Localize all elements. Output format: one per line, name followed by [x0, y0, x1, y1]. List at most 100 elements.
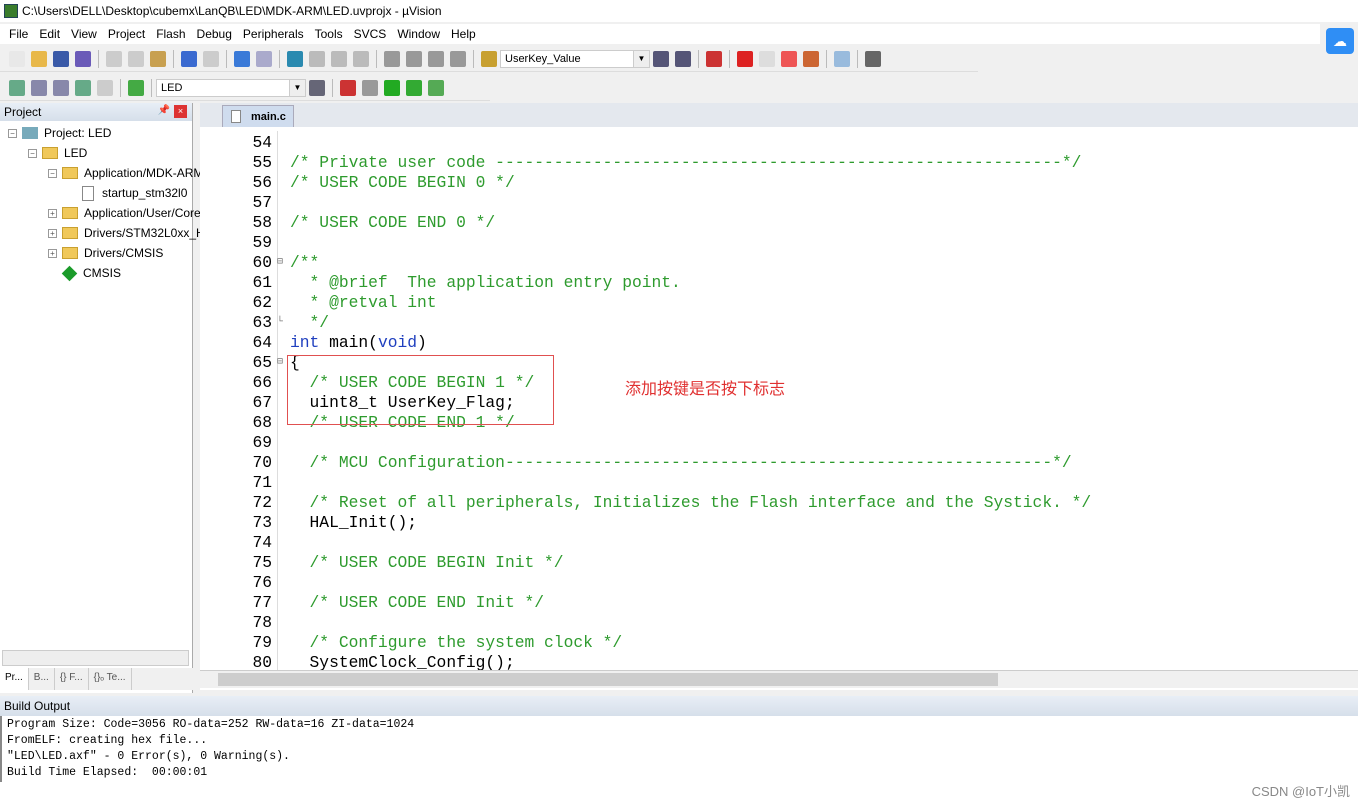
fold-icon[interactable]: ⊟	[277, 253, 287, 273]
menu-view[interactable]: View	[71, 27, 97, 41]
bookmark-icon[interactable]	[287, 50, 303, 67]
build-icon[interactable]	[31, 79, 47, 96]
panel-scrollbar[interactable]	[2, 650, 189, 666]
unindent-icon[interactable]	[406, 50, 422, 67]
separator	[173, 49, 174, 68]
expand-icon[interactable]: +	[48, 208, 57, 218]
tree-node[interactable]: + Application/User/Core	[48, 203, 201, 223]
expand-icon[interactable]: +	[48, 228, 57, 238]
indent-icon[interactable]	[384, 50, 400, 67]
breakpoint-icon[interactable]	[737, 50, 753, 67]
collapse-icon[interactable]: −	[48, 168, 57, 178]
uncomment-icon[interactable]	[450, 50, 466, 67]
panel-tab[interactable]: Pr...	[0, 668, 29, 690]
debug-icon[interactable]	[706, 50, 722, 67]
target-combo[interactable]: LED ▼	[156, 78, 306, 97]
menu-file[interactable]: File	[9, 27, 28, 41]
collapse-icon[interactable]: −	[8, 128, 17, 138]
nav-forward-icon[interactable]	[256, 50, 272, 67]
cloud-icon[interactable]: ☁	[1326, 28, 1354, 54]
incremental-find-icon[interactable]	[675, 50, 691, 67]
translate-icon[interactable]	[9, 79, 25, 96]
tab-main-c[interactable]: main.c	[222, 105, 294, 127]
rte-icon[interactable]	[406, 79, 422, 96]
find-icon[interactable]	[653, 50, 669, 67]
fold-icon[interactable]: └	[277, 313, 287, 333]
breakpoint-disable-icon[interactable]	[759, 50, 775, 67]
stop-build-icon[interactable]	[97, 79, 113, 96]
tree-node[interactable]: startup_stm32l0	[68, 183, 187, 203]
undo-icon[interactable]	[181, 50, 197, 67]
component-diamond-icon	[61, 265, 78, 281]
menu-debug[interactable]: Debug	[197, 27, 232, 41]
save-icon[interactable]	[53, 50, 69, 67]
menu-flash[interactable]: Flash	[156, 27, 185, 41]
project-panel-title: Project	[4, 105, 42, 119]
collapse-icon[interactable]: −	[28, 148, 37, 158]
tree-node[interactable]: − Application/MDK-ARM	[48, 163, 203, 183]
nav-back-icon[interactable]	[234, 50, 250, 67]
folder-open-icon	[62, 167, 78, 179]
rebuild-icon[interactable]	[53, 79, 69, 96]
bookmark-next-icon[interactable]	[331, 50, 347, 67]
menu-window[interactable]: Window	[397, 27, 440, 41]
tree-node-label: CMSIS	[83, 266, 122, 280]
bookmark-clear-icon[interactable]	[353, 50, 369, 67]
bookmark-prev-icon[interactable]	[309, 50, 325, 67]
comment-icon[interactable]	[428, 50, 444, 67]
menu-svcs[interactable]: SVCS	[354, 27, 387, 41]
target-options-icon[interactable]	[309, 79, 325, 96]
build-line: Program Size: Code=3056 RO-data=252 RW-d…	[7, 718, 415, 731]
tree-node[interactable]: − LED	[28, 143, 87, 163]
breakpoints-window-icon[interactable]	[803, 50, 819, 67]
tree-node-label: Application/User/Core	[84, 206, 201, 220]
close-icon[interactable]: ×	[174, 105, 187, 118]
new-file-icon[interactable]	[9, 50, 25, 67]
menu-edit[interactable]: Edit	[39, 27, 60, 41]
separator	[226, 49, 227, 68]
menu-bar: File Edit View Project Flash Debug Peripherals…	[0, 24, 1320, 44]
editor-hscrollbar[interactable]	[200, 670, 1358, 688]
copy-icon[interactable]	[128, 50, 144, 67]
menu-project[interactable]: Project	[108, 27, 145, 41]
line-number: 68	[252, 413, 272, 432]
tree-node[interactable]: − Project: LED	[8, 123, 111, 143]
save-all-icon[interactable]	[75, 50, 91, 67]
menu-help[interactable]: Help	[451, 27, 476, 41]
menu-peripherals[interactable]: Peripherals	[243, 27, 304, 41]
panel-tab[interactable]: {} F...	[55, 668, 89, 690]
breakpoint-kill-icon[interactable]	[781, 50, 797, 67]
select-packs-icon[interactable]	[362, 79, 378, 96]
find-in-files-icon[interactable]	[481, 50, 497, 67]
pin-icon[interactable]: 📌	[158, 105, 170, 116]
line-number: 63	[252, 313, 272, 332]
cut-icon[interactable]	[106, 50, 122, 67]
pack-installer-icon[interactable]	[384, 79, 400, 96]
redo-icon[interactable]	[203, 50, 219, 67]
configure-icon[interactable]	[865, 50, 881, 67]
manage-components-icon[interactable]	[340, 79, 356, 96]
batch-build-icon[interactable]	[75, 79, 91, 96]
tree-node[interactable]: CMSIS	[48, 263, 121, 283]
code-line: SystemClock_Config();	[290, 653, 515, 671]
menu-tools[interactable]: Tools	[315, 27, 343, 41]
fold-icon[interactable]: ⊟	[277, 353, 287, 373]
separator	[376, 49, 377, 68]
chevron-down-icon[interactable]: ▼	[633, 50, 649, 67]
download-icon[interactable]	[128, 79, 144, 96]
code-line: /* Reset of all peripherals, Initializes…	[290, 493, 1092, 512]
line-number: 57	[252, 193, 272, 212]
open-icon[interactable]	[31, 50, 47, 67]
find-combo[interactable]: UserKey_Value ▼	[500, 49, 650, 68]
panel-tab[interactable]: {}ₒ Te...	[89, 668, 132, 690]
paste-icon[interactable]	[150, 50, 166, 67]
separator	[279, 49, 280, 68]
panel-tab[interactable]: B...	[29, 668, 55, 690]
event-recorder-icon[interactable]	[428, 79, 444, 96]
tree-node[interactable]: + Drivers/STM32L0xx_HAL	[48, 223, 219, 243]
chevron-down-icon[interactable]: ▼	[289, 79, 305, 96]
window-layout-icon[interactable]	[834, 50, 850, 67]
line-number: 58	[252, 213, 272, 232]
expand-icon[interactable]: +	[48, 248, 57, 258]
tree-node[interactable]: + Drivers/CMSIS	[48, 243, 163, 263]
